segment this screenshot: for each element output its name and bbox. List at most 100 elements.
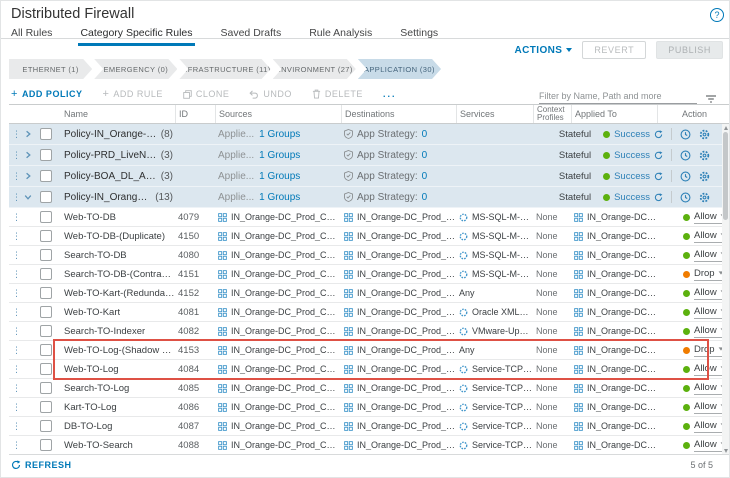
rule-context-profiles[interactable]: None	[536, 288, 558, 298]
history-clock-icon[interactable]	[680, 192, 691, 203]
rule-destination[interactable]: IN_Orange-DC_Prod_CRM-P_Ind..	[357, 326, 456, 336]
policy-row[interactable]: ⋮Policy-IN_Orange-DC_Prod_CR...(13)Appli…	[9, 187, 722, 208]
rule-action-dropdown[interactable]: Allow	[694, 401, 726, 414]
tab-all-rules[interactable]: All Rules	[9, 25, 54, 46]
category-environment[interactable]: ENVIRONMENT (27)	[273, 59, 356, 79]
rule-row[interactable]: ⋮Web-TO-Log4084IN_Orange-DC_Prod_CRM-P_W…	[9, 360, 722, 379]
policy-groups-link[interactable]: 1 Groups	[259, 192, 300, 203]
rule-checkbox[interactable]	[40, 211, 52, 223]
collapse-chevron-icon[interactable]	[24, 193, 32, 201]
drag-handle-icon[interactable]: ⋮	[12, 270, 21, 279]
rule-row[interactable]: ⋮Web-TO-Kart4081IN_Orange-DC_Prod_CRM-P_…	[9, 303, 722, 322]
rule-service[interactable]: Service-TCP-8081	[472, 383, 533, 393]
column-header-context-profiles[interactable]: Context Profiles	[533, 105, 571, 123]
refresh-status-icon[interactable]	[654, 151, 663, 160]
rule-action-dropdown[interactable]: Allow	[694, 306, 726, 319]
rule-source[interactable]: IN_Orange-DC_Prod_CRM-P_Web	[231, 364, 341, 374]
rule-row[interactable]: ⋮Kart-TO-Log4086IN_Orange-DC_Prod_CRM-P_…	[9, 398, 722, 417]
drag-handle-icon[interactable]: ⋮	[12, 251, 21, 260]
rule-destination[interactable]: IN_Orange-DC_Prod_CRM-P_Log	[357, 402, 456, 412]
delete-button[interactable]: DELETE	[312, 89, 363, 99]
filter-icon[interactable]	[705, 95, 717, 104]
drag-handle-icon[interactable]: ⋮	[12, 403, 21, 412]
rule-checkbox[interactable]	[40, 420, 52, 432]
rule-applied-to[interactable]: IN_Orange-DC_Prod_CRM-P	[587, 421, 657, 431]
rule-context-profiles[interactable]: None	[536, 250, 558, 260]
rule-destination[interactable]: IN_Orange-DC_Prod_CRM-P_DB	[357, 269, 456, 279]
tab-rule-analysis[interactable]: Rule Analysis	[307, 25, 374, 46]
rule-destination[interactable]: IN_Orange-DC_Prod_CRM-P_Log	[357, 345, 456, 355]
drag-handle-icon[interactable]: ⋮	[12, 193, 21, 202]
rule-destination[interactable]: IN_Orange-DC_Prod_CRM-P_Log	[357, 364, 456, 374]
column-header-destinations[interactable]: Destinations	[341, 105, 456, 123]
scroll-up-icon[interactable]	[722, 124, 729, 132]
rule-row[interactable]: ⋮Web-TO-DB4079IN_Orange-DC_Prod_CRM-P_We…	[9, 208, 722, 227]
drag-handle-icon[interactable]: ⋮	[12, 365, 21, 374]
rule-source[interactable]: IN_Orange-DC_Prod_CRM-P_Web	[231, 440, 341, 450]
drag-handle-icon[interactable]: ⋮	[12, 308, 21, 317]
rule-applied-to[interactable]: IN_Orange-DC_Prod_CRM-P	[587, 402, 657, 412]
policy-row[interactable]: ⋮Policy-PRD_LiveNews(3)Applie...1 Groups…	[9, 145, 722, 166]
rule-row[interactable]: ⋮Web-TO-Log-(Shadow SuperSet)4153IN_Oran…	[9, 341, 722, 360]
rule-source[interactable]: IN_Orange-DC_Prod_CRM-P_Web	[231, 288, 341, 298]
help-icon[interactable]: ?	[710, 8, 724, 22]
app-strategy-value[interactable]: 0	[422, 192, 428, 203]
rule-action-dropdown[interactable]: Allow	[694, 249, 726, 262]
filter-input[interactable]	[539, 89, 697, 104]
rule-applied-to[interactable]: IN_Orange-DC_Prod_CRM-P	[587, 364, 657, 374]
rule-destination[interactable]: IN_Orange-DC_Prod_CRM-P_Kart	[357, 307, 456, 317]
rule-service[interactable]: Any	[459, 345, 475, 355]
rule-service[interactable]: VMware-UpdateM..	[472, 326, 533, 336]
rule-checkbox[interactable]	[40, 325, 52, 337]
column-header-applied-to[interactable]: Applied To	[571, 105, 657, 123]
rule-service[interactable]: Service-TCP-8081	[472, 421, 533, 431]
column-header-id[interactable]: ID	[175, 105, 215, 123]
drag-handle-icon[interactable]: ⋮	[12, 384, 21, 393]
policy-checkbox[interactable]	[40, 149, 52, 161]
rule-context-profiles[interactable]: None	[536, 307, 558, 317]
rule-action-dropdown[interactable]: Drop	[694, 344, 724, 357]
settings-gear-icon[interactable]	[699, 171, 710, 182]
category-infrastructure[interactable]: INFRASTRUCTURE (11)	[179, 59, 270, 79]
rule-service[interactable]: MS-SQL-M-TCP	[472, 250, 533, 260]
policy-groups-link[interactable]: 1 Groups	[259, 150, 300, 161]
rule-checkbox[interactable]	[40, 401, 52, 413]
rule-applied-to[interactable]: IN_Orange-DC_Prod_CRM-P	[587, 269, 657, 279]
refresh-status-icon[interactable]	[654, 172, 663, 181]
rule-checkbox[interactable]	[40, 287, 52, 299]
rule-source[interactable]: IN_Orange-DC_Prod_CRM-P_Web	[231, 345, 341, 355]
drag-handle-icon[interactable]: ⋮	[12, 441, 21, 450]
rule-context-profiles[interactable]: None	[536, 269, 558, 279]
rule-context-profiles[interactable]: None	[536, 326, 558, 336]
rule-action-dropdown[interactable]: Allow	[694, 420, 726, 433]
column-header-action[interactable]: Action	[657, 105, 722, 123]
refresh-status-icon[interactable]	[654, 130, 663, 139]
rule-service[interactable]: Service-TCP-8081	[472, 364, 533, 374]
expand-chevron-icon[interactable]	[24, 130, 32, 138]
tab-settings[interactable]: Settings	[398, 25, 440, 46]
rule-action-dropdown[interactable]: Allow	[694, 230, 726, 243]
undo-button[interactable]: UNDO	[249, 89, 292, 99]
rule-checkbox[interactable]	[40, 439, 52, 451]
expand-chevron-icon[interactable]	[24, 151, 32, 159]
app-strategy-value[interactable]: 0	[422, 129, 428, 140]
rule-checkbox[interactable]	[40, 344, 52, 356]
rule-service[interactable]: Service-TCP-8081	[472, 402, 533, 412]
rule-row[interactable]: ⋮Search-TO-Log4085IN_Orange-DC_Prod_CRM-…	[9, 379, 722, 398]
history-clock-icon[interactable]	[680, 150, 691, 161]
rule-row[interactable]: ⋮Web-TO-DB-(Duplicate)4150IN_Orange-DC_P…	[9, 227, 722, 246]
app-strategy-value[interactable]: 0	[422, 171, 428, 182]
drag-handle-icon[interactable]: ⋮	[12, 289, 21, 298]
rule-checkbox[interactable]	[40, 268, 52, 280]
refresh-button[interactable]: REFRESH	[9, 460, 72, 470]
rule-action-dropdown[interactable]: Allow	[694, 211, 726, 224]
policy-checkbox[interactable]	[40, 128, 52, 140]
rule-row[interactable]: ⋮Web-TO-Search4088IN_Orange-DC_Prod_CRM-…	[9, 436, 722, 455]
settings-gear-icon[interactable]	[699, 192, 710, 203]
rule-service[interactable]: MS-SQL-M-TCP	[472, 269, 533, 279]
policy-checkbox[interactable]	[40, 170, 52, 182]
rule-source[interactable]: IN_Orange-DC_Prod_CRM-P_Kart	[231, 402, 341, 412]
rule-applied-to[interactable]: IN_Orange-DC_Prod_CRM-P	[587, 288, 657, 298]
rule-destination[interactable]: IN_Orange-DC_Prod_CRM-P_Log	[357, 421, 456, 431]
add-rule-button[interactable]: +ADD RULE	[102, 89, 162, 99]
